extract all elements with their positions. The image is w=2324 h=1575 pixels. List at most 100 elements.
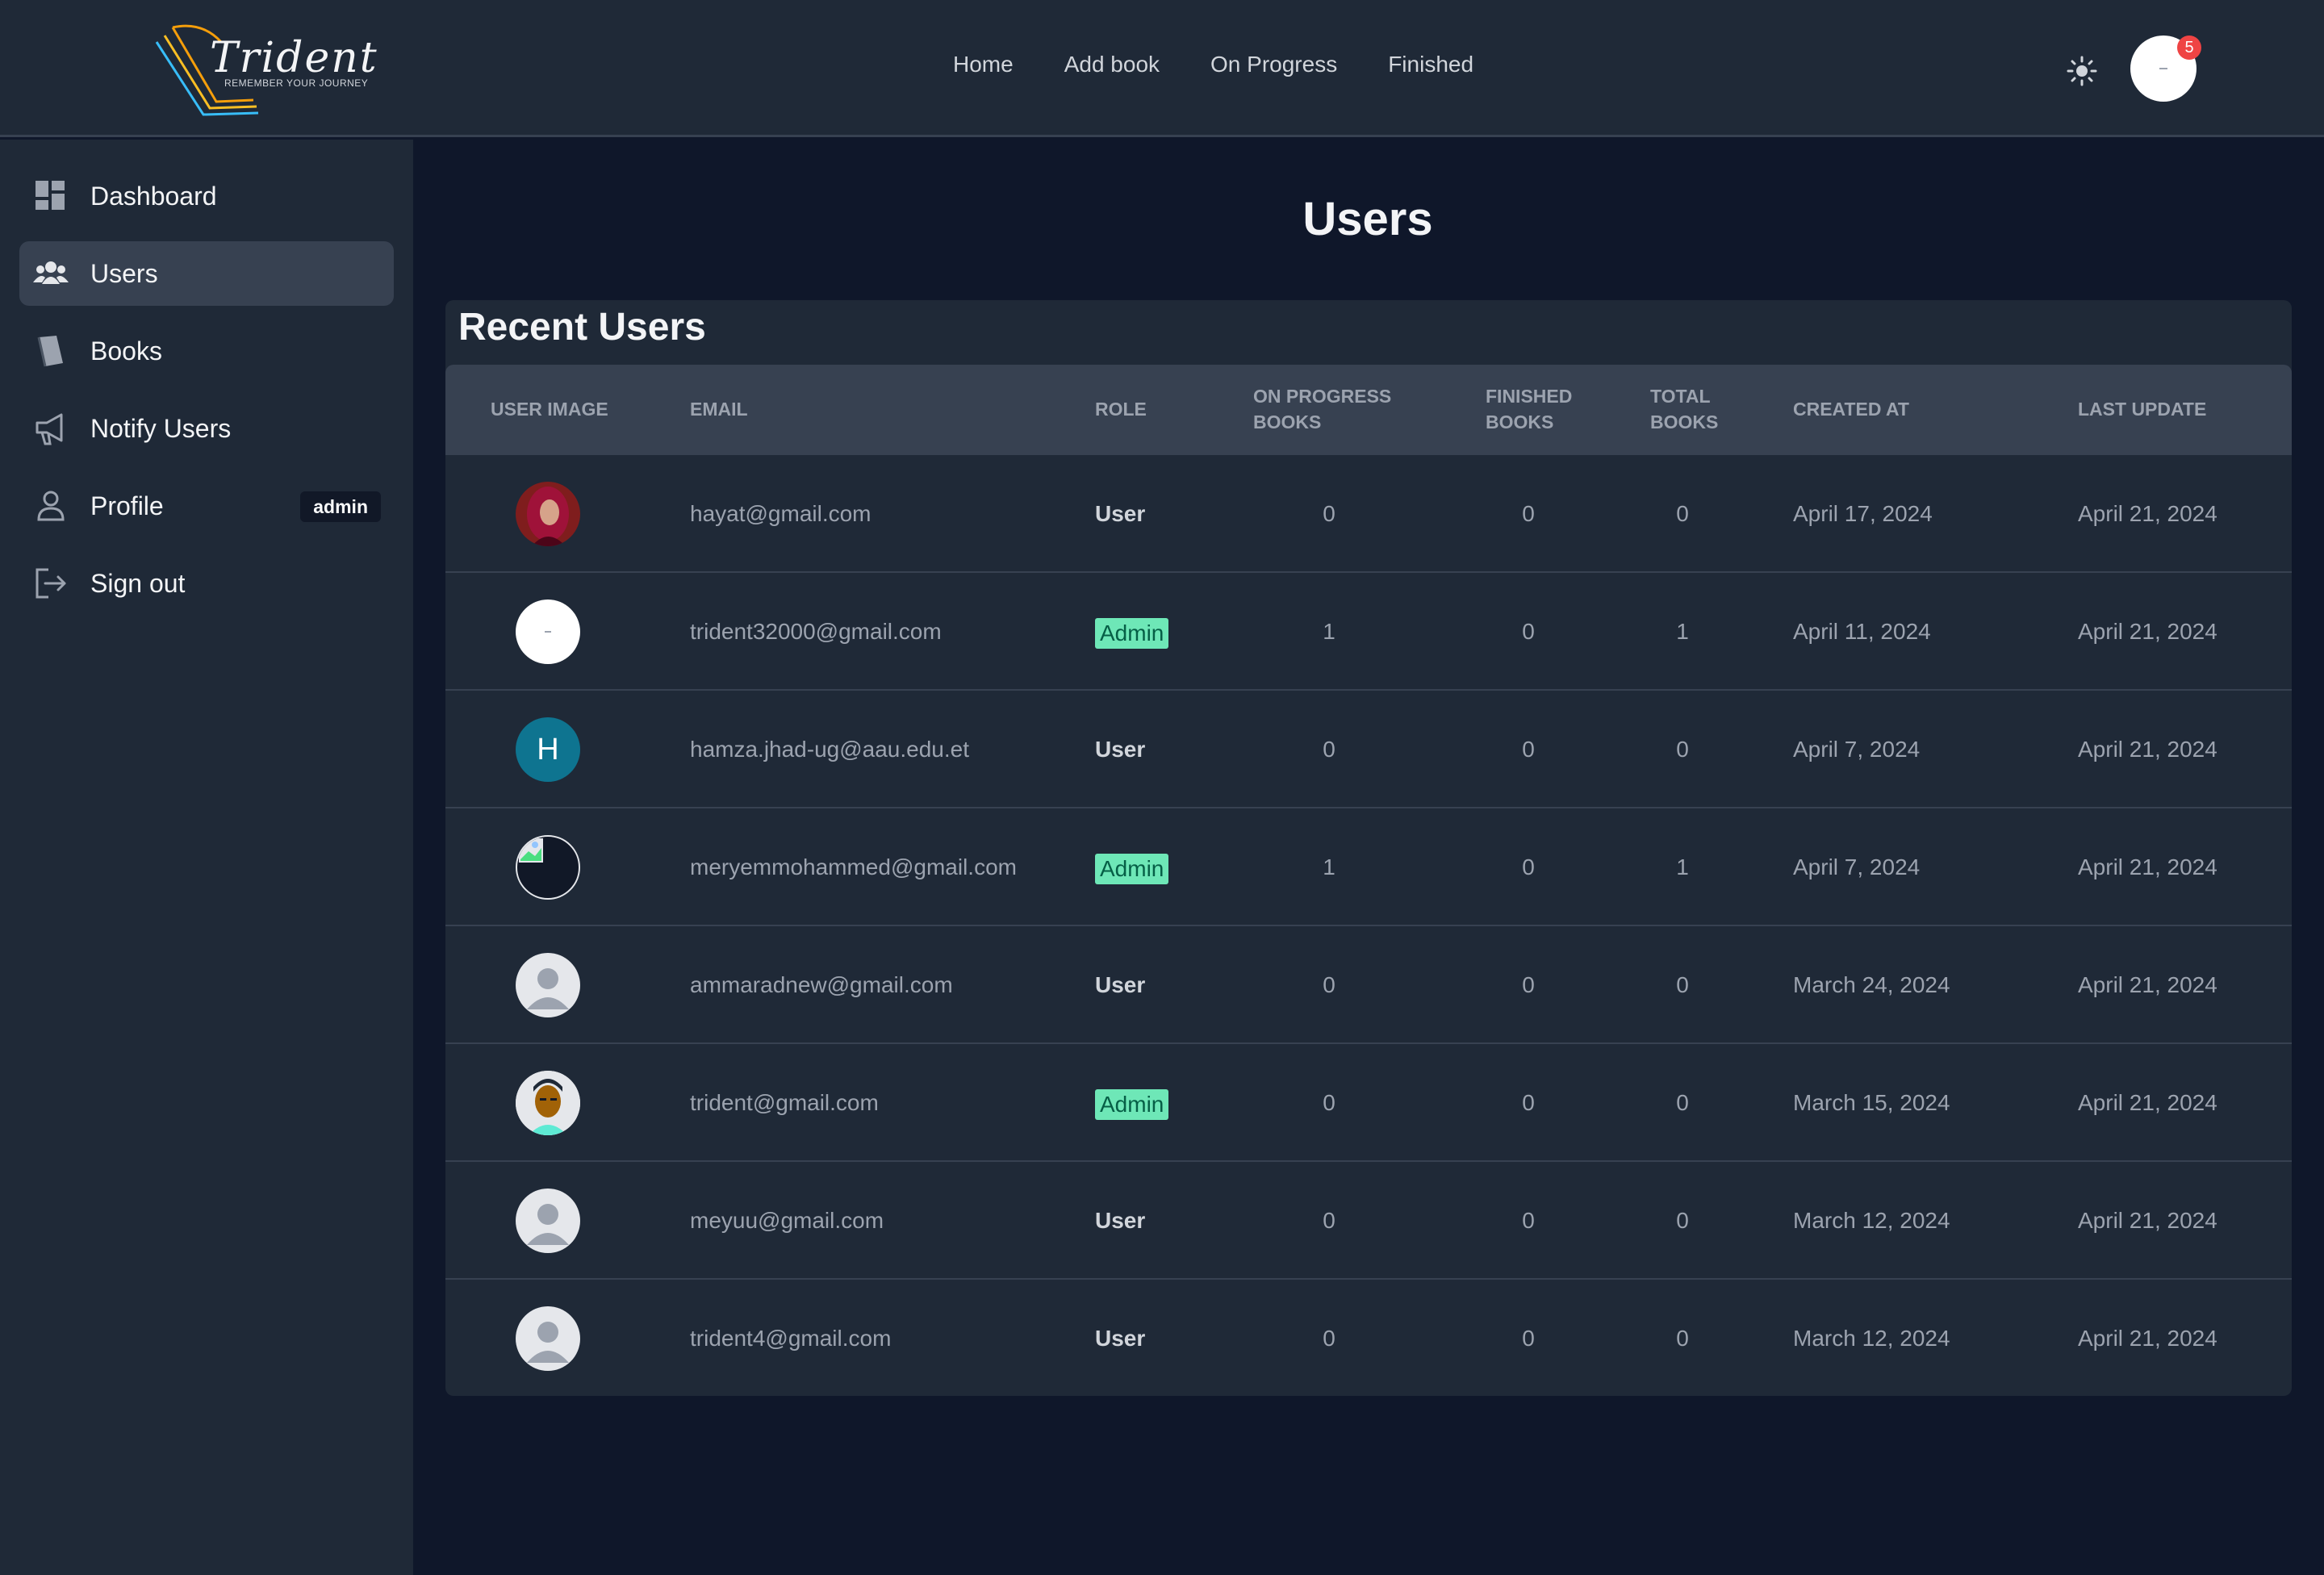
last-update: April 21, 2024 — [2078, 619, 2217, 644]
user-role-admin-badge: Admin — [1095, 1088, 1169, 1120]
trident-logo[interactable]: Trident REMEMBER YOUR JOURNEY — [153, 18, 377, 119]
user-email: hamza.jhad-ug@aau.edu.et — [690, 737, 969, 762]
col-finished-line2: BOOKS — [1486, 412, 1554, 432]
default-person-icon — [527, 1204, 569, 1245]
last-update: April 21, 2024 — [2078, 972, 2217, 997]
sidebar-item-label: Profile — [90, 491, 164, 520]
logo-tagline: REMEMBER YOUR JOURNEY — [224, 77, 369, 89]
sidebar-item-sign-out[interactable]: Sign out — [19, 551, 394, 616]
col-created-at: CREATED AT — [1793, 399, 1909, 420]
total-count: 0 — [1676, 1326, 1689, 1351]
user-avatar — [516, 1306, 580, 1371]
col-total-line2: BOOKS — [1650, 412, 1719, 432]
total-count: 1 — [1676, 619, 1689, 644]
sidebar-item-label: Notify Users — [90, 413, 232, 443]
table-header: USER IMAGE EMAIL ROLE ON PROGRESS BOOKS … — [445, 365, 2292, 453]
user-role: User — [1095, 501, 1146, 526]
created-at: April 17, 2024 — [1793, 501, 1933, 526]
user-email: meryemmohammed@gmail.com — [690, 854, 1017, 879]
nav-on-progress[interactable]: On Progress — [1210, 52, 1337, 77]
user-email: meyuu@gmail.com — [690, 1208, 884, 1233]
last-update: April 21, 2024 — [2078, 1208, 2217, 1233]
user-avatar-letter: H — [516, 717, 580, 782]
sidebar-item-label: Dashboard — [90, 181, 217, 211]
user-avatar — [516, 600, 580, 664]
logo-title: Trident — [210, 34, 378, 82]
nav-home[interactable]: Home — [953, 52, 1014, 77]
broken-image-icon — [519, 838, 543, 863]
default-person-icon — [527, 1322, 569, 1363]
total-count: 0 — [1676, 1208, 1689, 1233]
on-progress-count: 0 — [1323, 1090, 1335, 1115]
table-row[interactable]: trident32000@gmail.com Admin 1 0 1 April… — [445, 571, 2292, 689]
table-row[interactable]: H hamza.jhad-ug@aau.edu.et User 0 0 0 Ap… — [445, 689, 2292, 807]
col-finished-line1: FINISHED — [1486, 386, 1573, 407]
user-email: trident32000@gmail.com — [690, 619, 942, 644]
table-row[interactable]: meyuu@gmail.com User 0 0 0 March 12, 202… — [445, 1160, 2292, 1278]
card-title: Recent Users — [458, 306, 706, 349]
user-avatar — [516, 1071, 580, 1135]
finished-count: 0 — [1522, 1090, 1535, 1115]
user-email: trident4@gmail.com — [690, 1326, 892, 1351]
sidebar-item-books[interactable]: Books — [19, 319, 394, 383]
on-progress-count: 0 — [1323, 972, 1335, 997]
sign-out-icon — [36, 568, 66, 599]
total-count: 0 — [1676, 501, 1689, 526]
table-row[interactable]: trident4@gmail.com User 0 0 0 March 12, … — [445, 1278, 2292, 1396]
user-email: trident@gmail.com — [690, 1090, 879, 1115]
finished-count: 0 — [1522, 1326, 1535, 1351]
finished-count: 0 — [1522, 501, 1535, 526]
user-email: hayat@gmail.com — [690, 501, 872, 526]
sidebar-item-label: Users — [90, 258, 158, 288]
on-progress-count: 0 — [1323, 737, 1335, 762]
on-progress-count: 0 — [1323, 501, 1335, 526]
total-count: 1 — [1676, 854, 1689, 879]
sidebar-item-label: Sign out — [90, 568, 186, 598]
total-count: 0 — [1676, 737, 1689, 762]
on-progress-count: 0 — [1323, 1326, 1335, 1351]
col-on-progress-line1: ON PROGRESS — [1253, 386, 1392, 407]
table-row[interactable]: ammaradnew@gmail.com User 0 0 0 March 24… — [445, 925, 2292, 1042]
dashboard-icon — [36, 181, 65, 210]
on-progress-count: 0 — [1323, 1208, 1335, 1233]
created-at: March 12, 2024 — [1793, 1208, 1950, 1233]
last-update: April 21, 2024 — [2078, 854, 2217, 879]
finished-count: 0 — [1522, 619, 1535, 644]
created-at: March 24, 2024 — [1793, 972, 1950, 997]
user-role: User — [1095, 1208, 1146, 1233]
last-update: April 21, 2024 — [2078, 1090, 2217, 1115]
nav-add-book[interactable]: Add book — [1064, 52, 1160, 77]
sidebar: Dashboard Users Books Notify Users Profi… — [0, 140, 413, 1575]
theme-toggle-button[interactable] — [2064, 53, 2100, 89]
avatar-placeholder — [2159, 68, 2167, 69]
user-photo-icon — [516, 482, 580, 546]
created-at: April 11, 2024 — [1793, 619, 1931, 644]
user-avatar — [516, 835, 580, 900]
sidebar-item-profile[interactable]: Profile admin — [19, 474, 394, 538]
sidebar-item-users[interactable]: Users — [19, 241, 394, 306]
role-badge: admin — [300, 491, 381, 522]
last-update: April 21, 2024 — [2078, 501, 2217, 526]
top-bar: Trident REMEMBER YOUR JOURNEY Home Add b… — [0, 0, 2324, 137]
user-avatar — [516, 1189, 580, 1253]
nav-finished[interactable]: Finished — [1388, 52, 1473, 77]
sidebar-item-dashboard[interactable]: Dashboard — [19, 164, 394, 228]
sidebar-item-notify-users[interactable]: Notify Users — [19, 396, 394, 461]
table-row[interactable]: meryemmohammed@gmail.com Admin 1 0 1 Apr… — [445, 807, 2292, 925]
notification-badge: 5 — [2177, 36, 2201, 60]
on-progress-count: 1 — [1323, 619, 1335, 644]
finished-count: 0 — [1522, 737, 1535, 762]
table-row[interactable]: trident@gmail.com Admin 0 0 0 March 15, … — [445, 1042, 2292, 1160]
col-total-line1: TOTAL — [1650, 386, 1711, 407]
finished-count: 0 — [1522, 972, 1535, 997]
table-row[interactable]: hayat@gmail.com User 0 0 0 April 17, 202… — [445, 453, 2292, 571]
col-email: EMAIL — [690, 399, 748, 420]
megaphone-icon — [36, 413, 63, 445]
created-at: April 7, 2024 — [1793, 854, 1921, 879]
user-role: User — [1095, 972, 1146, 997]
user-role-admin-badge: Admin — [1095, 853, 1169, 884]
col-role: ROLE — [1095, 399, 1147, 420]
created-at: March 15, 2024 — [1793, 1090, 1950, 1115]
illustration-portrait-icon — [516, 1071, 580, 1135]
created-at: April 7, 2024 — [1793, 737, 1921, 762]
